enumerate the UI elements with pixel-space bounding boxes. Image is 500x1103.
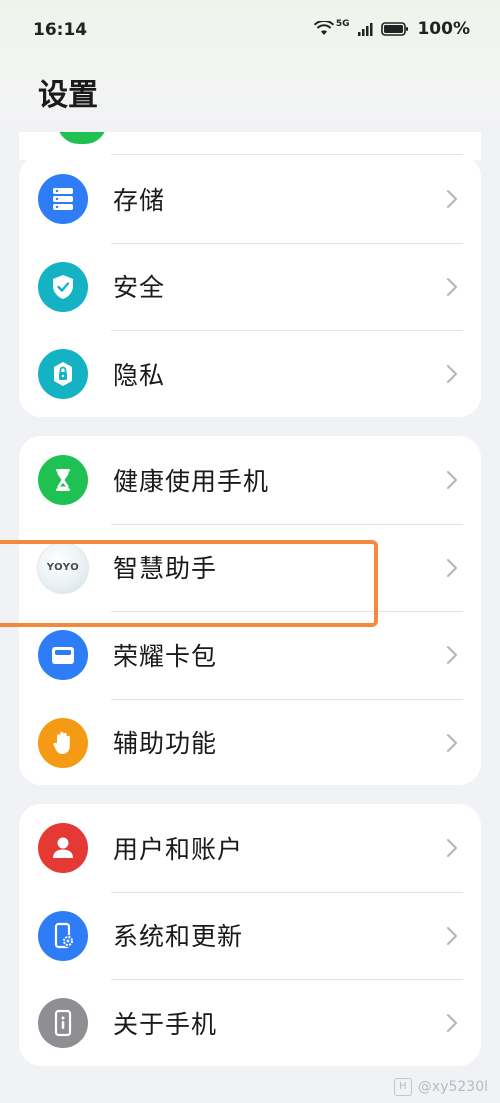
settings-item-label: 辅助功能 (113, 729, 218, 759)
user-icon (38, 823, 88, 873)
battery-percent: 100% (417, 19, 470, 39)
settings-group-1: 存储 安全 隐私 (19, 155, 481, 417)
wifi-icon (313, 21, 334, 35)
highlight-box (0, 540, 378, 627)
chevron-right-icon (446, 926, 458, 945)
settings-item-accessibility[interactable]: 辅助功能 (19, 698, 481, 786)
chevron-right-icon (446, 733, 458, 752)
status-icons: 5G 100% (313, 19, 470, 39)
settings-item-label: 安全 (113, 273, 166, 303)
chevron-right-icon (446, 1013, 458, 1033)
chevron-right-icon (446, 277, 458, 296)
chevron-right-icon (446, 838, 458, 858)
wallet-icon (38, 630, 88, 680)
status-time: 16:14 (33, 20, 88, 40)
signal-icon (358, 23, 373, 36)
settings-group-3: 用户和账户 系统和更新 关于手机 (19, 804, 481, 1066)
settings-item-label: 健康使用手机 (113, 466, 270, 496)
watermark: H @xy5230l (393, 1078, 488, 1096)
chevron-right-icon (446, 645, 458, 665)
hand-icon (38, 717, 88, 768)
shield-check-icon (38, 261, 88, 312)
chevron-right-icon (446, 189, 458, 209)
chevron-right-icon (446, 558, 458, 577)
storage-icon (38, 174, 88, 224)
top-bar: 16:14 5G 100% 设置 (0, 0, 500, 132)
settings-item-label: 隐私 (113, 360, 166, 390)
settings-item-label: 用户和账户 (113, 834, 244, 864)
settings-item-digital-balance[interactable]: 健康使用手机 (19, 436, 481, 524)
network-type: 5G (335, 19, 350, 29)
battery-icon (381, 22, 409, 36)
status-bar: 16:14 5G 100% (0, 0, 500, 60)
chevron-right-icon (446, 470, 458, 490)
settings-item-system-update[interactable]: 系统和更新 (19, 891, 481, 980)
settings-item-security[interactable]: 安全 (19, 242, 481, 331)
settings-item-privacy[interactable]: 隐私 (19, 330, 481, 417)
settings-item-about-phone[interactable]: 关于手机 (19, 979, 481, 1066)
phone-info-icon (38, 998, 88, 1048)
privacy-lock-icon (38, 349, 88, 399)
settings-item-label: 关于手机 (113, 1009, 218, 1039)
settings-item-users-accounts[interactable]: 用户和账户 (19, 804, 481, 892)
watermark-text: @xy5230l (417, 1079, 488, 1095)
hourglass-icon (38, 455, 88, 505)
chevron-right-icon (446, 364, 458, 384)
settings-item-label: 存储 (113, 185, 166, 215)
settings-item-label: 系统和更新 (113, 922, 244, 952)
settings-item-storage[interactable]: 存储 (19, 155, 481, 243)
phone-settings-icon (38, 910, 88, 961)
page-title: 设置 (38, 78, 98, 113)
watermark-logo-icon: H (393, 1078, 412, 1096)
